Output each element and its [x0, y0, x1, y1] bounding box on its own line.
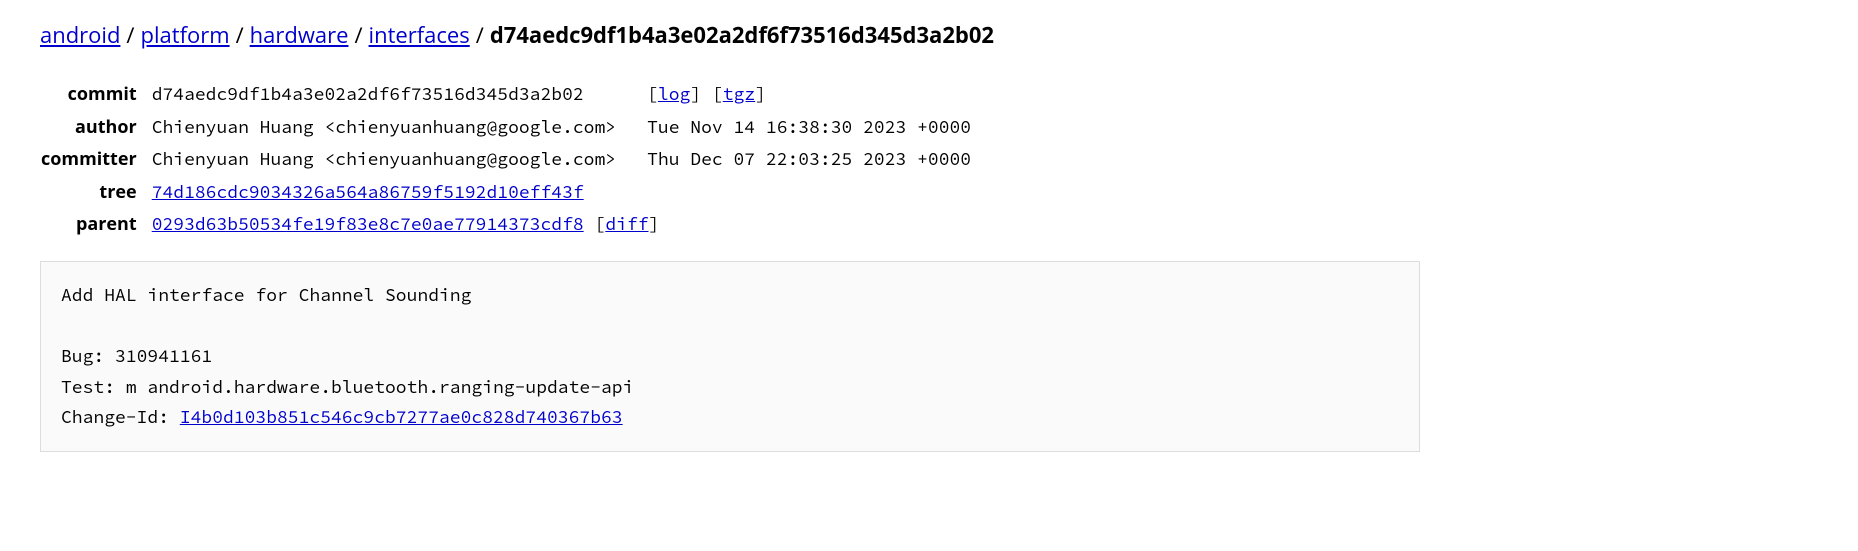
committer-date: Thu Dec 07 22:03:25 2023 +0000	[646, 143, 1001, 176]
parent-link[interactable]: 0293d63b50534fe19f83e8c7e0ae77914373cdf8	[152, 212, 584, 235]
breadcrumb-sep: /	[470, 20, 490, 50]
commit-hash: d74aedc9df1b4a3e02a2df6f73516d345d3a2b02	[151, 78, 646, 111]
breadcrumb-link-hardware[interactable]: hardware	[250, 20, 349, 50]
log-link[interactable]: log	[658, 82, 690, 105]
changeid-link[interactable]: I4b0d103b851c546c9cb7277ae0c828d740367b6…	[180, 405, 623, 428]
author-date: Tue Nov 14 16:38:30 2023 +0000	[646, 111, 1001, 144]
breadcrumb: android/platform/hardware/interfaces/d74…	[40, 20, 1818, 50]
author-label: author	[40, 111, 151, 144]
breadcrumb-sep: /	[230, 20, 250, 50]
diff-link[interactable]: diff	[605, 212, 648, 235]
commit-label: commit	[40, 78, 151, 111]
committer-value: Chienyuan Huang <chienyuanhuang@google.c…	[151, 143, 646, 176]
commit-message-changeid-prefix: Change-Id:	[61, 405, 180, 428]
breadcrumb-link-android[interactable]: android	[40, 20, 120, 50]
breadcrumb-link-interfaces[interactable]: interfaces	[369, 20, 470, 50]
author-value: Chienyuan Huang <chienyuanhuang@google.c…	[151, 111, 646, 144]
commit-metadata-table: commit d74aedc9df1b4a3e02a2df6f73516d345…	[40, 78, 1001, 241]
commit-message-test: Test: m android.hardware.bluetooth.rangi…	[61, 375, 633, 398]
commit-message-bug: Bug: 310941161	[61, 344, 212, 367]
tree-row: tree 74d186cdc9034326a564a86759f5192d10e…	[40, 176, 1001, 209]
parent-row: parent 0293d63b50534fe19f83e8c7e0ae77914…	[40, 208, 1001, 241]
tree-label: tree	[40, 176, 151, 209]
commit-row: commit d74aedc9df1b4a3e02a2df6f73516d345…	[40, 78, 1001, 111]
parent-label: parent	[40, 208, 151, 241]
tree-link[interactable]: 74d186cdc9034326a564a86759f5192d10eff43f	[152, 180, 584, 203]
breadcrumb-link-platform[interactable]: platform	[141, 20, 230, 50]
commit-message-title: Add HAL interface for Channel Sounding	[61, 283, 471, 306]
breadcrumb-sep: /	[348, 20, 368, 50]
breadcrumb-sep: /	[120, 20, 140, 50]
tgz-link[interactable]: tgz	[723, 82, 755, 105]
committer-row: committer Chienyuan Huang <chienyuanhuan…	[40, 143, 1001, 176]
committer-label: committer	[40, 143, 151, 176]
breadcrumb-current: d74aedc9df1b4a3e02a2df6f73516d345d3a2b02	[490, 20, 994, 50]
author-row: author Chienyuan Huang <chienyuanhuang@g…	[40, 111, 1001, 144]
commit-message: Add HAL interface for Channel Sounding B…	[40, 261, 1420, 452]
commit-actions: [log] [tgz]	[646, 78, 1001, 111]
